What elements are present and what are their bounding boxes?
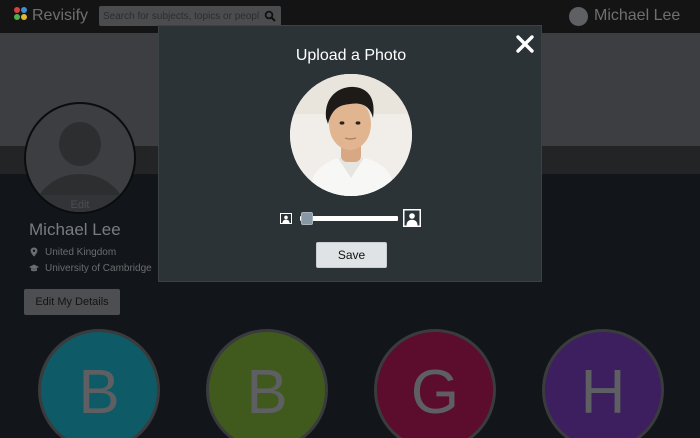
profile-photo-preview[interactable] <box>290 74 412 196</box>
edit-my-details-button[interactable]: Edit My Details <box>24 289 120 315</box>
location-text: United Kingdom <box>45 246 117 258</box>
university-text: University of Cambridge <box>45 262 152 274</box>
profile-name: Michael Lee <box>29 220 121 239</box>
logo-dot-blue <box>21 7 27 13</box>
logo-dot-green <box>14 14 20 20</box>
search-box[interactable] <box>99 6 281 26</box>
modal-title: Upload a Photo <box>295 47 407 64</box>
profile-university: University of Cambridge <box>29 261 152 275</box>
user-avatar[interactable] <box>569 7 588 26</box>
profile-avatar[interactable]: Edit <box>24 102 136 214</box>
subject-circle[interactable]: G <box>374 329 496 438</box>
subject-letter: G <box>410 358 460 427</box>
save-button[interactable]: Save <box>316 242 387 268</box>
subject-letter: B <box>246 358 288 427</box>
location-pin-icon <box>30 247 38 257</box>
large-image-icon[interactable] <box>403 209 421 227</box>
search-icon[interactable] <box>264 10 276 22</box>
subject-circle[interactable]: H <box>542 329 664 438</box>
small-image-icon[interactable] <box>280 213 292 224</box>
brand-name[interactable]: Revisify <box>32 7 88 25</box>
close-icon[interactable] <box>515 34 535 54</box>
upload-photo-modal: Upload a Photo Save <box>158 25 542 282</box>
profile-location: United Kingdom <box>29 245 116 259</box>
avatar-placeholder-head <box>59 122 101 166</box>
search-input[interactable] <box>103 8 259 24</box>
revisify-logo-icon[interactable] <box>14 7 28 21</box>
zoom-control <box>280 209 422 227</box>
subject-letter: H <box>580 358 626 427</box>
subject-letter: B <box>78 358 120 427</box>
avatar-edit-label[interactable]: Edit <box>26 195 134 212</box>
graduation-cap-icon <box>29 264 39 272</box>
zoom-slider-thumb[interactable] <box>300 212 313 225</box>
logo-dot-yellow <box>21 14 27 20</box>
user-menu-name[interactable]: Michael Lee <box>594 7 680 25</box>
subject-circle[interactable]: B <box>38 329 160 438</box>
zoom-slider-track[interactable] <box>300 216 398 221</box>
logo-dot-red <box>14 7 20 13</box>
subject-circle[interactable]: B <box>206 329 328 438</box>
